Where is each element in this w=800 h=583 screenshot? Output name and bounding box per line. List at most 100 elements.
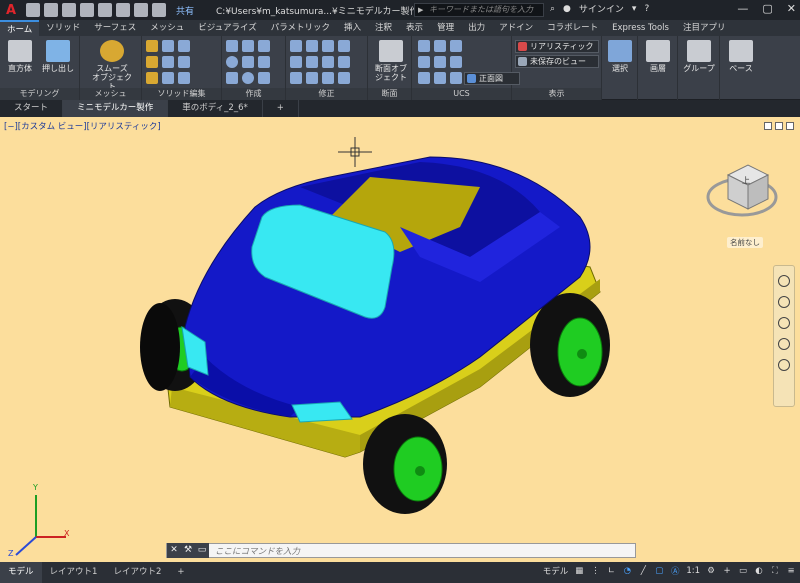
hatch-icon[interactable] xyxy=(258,56,270,68)
ribbon-tab[interactable]: メッシュ xyxy=(143,20,191,36)
user-icon[interactable]: ● xyxy=(563,4,571,14)
zoom-icon[interactable] xyxy=(778,317,790,329)
box-button[interactable]: 直方体 xyxy=(2,40,38,73)
explode-icon[interactable] xyxy=(306,72,318,84)
dropdown-icon[interactable] xyxy=(354,56,366,68)
ortho-icon[interactable]: ∟ xyxy=(606,566,616,576)
ribbon-tab[interactable]: ホーム xyxy=(0,20,40,36)
shell-icon[interactable] xyxy=(162,56,174,68)
wcs-menu[interactable]: 名前なし xyxy=(727,237,763,248)
layers-button[interactable]: 画層 xyxy=(640,40,676,73)
viewcube[interactable] xyxy=(706,164,778,217)
layout-tab[interactable]: レイアウト1 xyxy=(42,562,106,583)
drawing-viewport[interactable]: [−][カスタム ビュー][リアリスティック] 上 Y X Z 名前なし ✕ ⚒… xyxy=(0,117,800,562)
dropdown-icon[interactable] xyxy=(194,40,206,52)
ucs-icon[interactable] xyxy=(418,40,430,52)
rotate-icon[interactable] xyxy=(290,56,302,68)
ucs-world-icon[interactable] xyxy=(434,40,446,52)
orbit-icon[interactable] xyxy=(778,338,790,350)
move-icon[interactable] xyxy=(290,40,302,52)
ribbon-tab[interactable]: ソリッド xyxy=(39,20,87,36)
document-tab[interactable]: スタート xyxy=(0,100,64,117)
search-input[interactable]: キーワードまたは語句を入力 xyxy=(414,3,544,17)
point-icon[interactable] xyxy=(258,72,270,84)
dropdown-icon[interactable] xyxy=(274,56,286,68)
model-space-button[interactable]: モデル xyxy=(543,565,569,577)
base-button[interactable]: ベース xyxy=(723,40,759,73)
help-icon[interactable]: ? xyxy=(644,4,649,14)
separate-icon[interactable] xyxy=(162,72,174,84)
redo-icon[interactable] xyxy=(152,3,166,17)
ribbon-tab[interactable]: パラメトリック xyxy=(264,20,337,36)
section-plane-button[interactable]: 断面オブ ジェクト xyxy=(371,40,411,82)
offset-icon[interactable] xyxy=(322,72,334,84)
ucs-origin-icon[interactable] xyxy=(450,40,462,52)
web-icon[interactable] xyxy=(98,3,112,17)
arc-icon[interactable] xyxy=(242,40,254,52)
ribbon-tab[interactable]: 注目アプリ xyxy=(676,20,733,36)
ucs-3point-icon[interactable] xyxy=(418,56,430,68)
app-menu-button[interactable]: A xyxy=(0,0,22,20)
close-icon[interactable]: ✕ xyxy=(787,2,796,15)
dropdown-icon[interactable] xyxy=(194,56,206,68)
mirror-icon[interactable] xyxy=(306,56,318,68)
save-as-icon[interactable] xyxy=(80,3,94,17)
polygon-icon[interactable] xyxy=(226,72,238,84)
polar-icon[interactable]: ◔ xyxy=(622,566,632,576)
maximize-icon[interactable]: ▢ xyxy=(762,2,772,15)
ribbon-tab[interactable]: ビジュアライズ xyxy=(191,20,263,36)
select-button[interactable]: 選択 xyxy=(602,40,638,73)
new-icon[interactable] xyxy=(26,3,40,17)
ellipse-icon[interactable] xyxy=(242,72,254,84)
polyline-icon[interactable] xyxy=(226,40,238,52)
command-input[interactable]: ここにコマンドを入力 xyxy=(209,545,635,557)
ribbon-tab[interactable]: コラボレート xyxy=(540,20,605,36)
interfere-icon[interactable] xyxy=(178,56,190,68)
circle-icon[interactable] xyxy=(226,56,238,68)
search-icon[interactable]: ⌕ xyxy=(550,4,555,14)
save-icon[interactable] xyxy=(62,3,76,17)
ucs-x-icon[interactable] xyxy=(434,72,446,84)
subtract-icon[interactable] xyxy=(146,56,158,68)
snap-icon[interactable]: ⋮ xyxy=(590,566,600,576)
trim-icon[interactable] xyxy=(338,56,350,68)
thicken-icon[interactable] xyxy=(178,72,190,84)
fillet-icon[interactable] xyxy=(162,40,174,52)
ribbon-tab[interactable]: サーフェス xyxy=(87,20,143,36)
layout-tab[interactable]: レイアウト2 xyxy=(105,562,169,583)
extrude-button[interactable]: 押し出し xyxy=(40,40,76,73)
visual-style-combo[interactable]: リアリスティック xyxy=(515,40,599,53)
stretch-icon[interactable] xyxy=(322,40,334,52)
smooth-object-button[interactable]: スムーズ オブジェクト xyxy=(92,40,132,91)
customize-icon[interactable]: ⚒ xyxy=(181,543,195,558)
slice-icon[interactable] xyxy=(178,40,190,52)
scale-button[interactable]: 1:1 xyxy=(686,566,700,576)
named-view-combo[interactable]: 未保存のビュー xyxy=(515,55,599,68)
groups-button[interactable]: グループ xyxy=(681,40,717,73)
ucs-face-icon[interactable] xyxy=(450,56,462,68)
add-layout-button[interactable]: + xyxy=(169,562,192,583)
plot-icon[interactable] xyxy=(116,3,130,17)
document-tab[interactable]: 車のボディ_2_6* xyxy=(168,100,263,117)
grid-icon[interactable]: ▦ xyxy=(574,566,584,576)
ucs-view-icon[interactable] xyxy=(434,56,446,68)
intersect-icon[interactable] xyxy=(146,72,158,84)
undo-icon[interactable] xyxy=(134,3,148,17)
dropdown-icon[interactable] xyxy=(354,72,366,84)
ucs-object-icon[interactable] xyxy=(418,72,430,84)
close-command-icon[interactable]: ✕ xyxy=(167,543,181,558)
ribbon-tab[interactable]: 注釈 xyxy=(368,20,399,36)
fullscreen-icon[interactable]: ⛶ xyxy=(770,566,780,576)
command-history-icon[interactable]: ▭ xyxy=(195,543,209,558)
ribbon-tab[interactable]: 管理 xyxy=(430,20,461,36)
hardware-acceleration-icon[interactable]: ▭ xyxy=(738,566,748,576)
copy-icon[interactable] xyxy=(306,40,318,52)
ribbon-tab[interactable]: Express Tools xyxy=(605,20,676,36)
layout-tab[interactable]: モデル xyxy=(0,562,42,583)
add-icon[interactable]: + xyxy=(722,566,732,576)
dropdown-icon[interactable] xyxy=(354,40,366,52)
pan-icon[interactable] xyxy=(778,296,790,308)
ribbon-tab[interactable]: 挿入 xyxy=(337,20,368,36)
line-icon[interactable] xyxy=(258,40,270,52)
array-icon[interactable] xyxy=(322,56,334,68)
